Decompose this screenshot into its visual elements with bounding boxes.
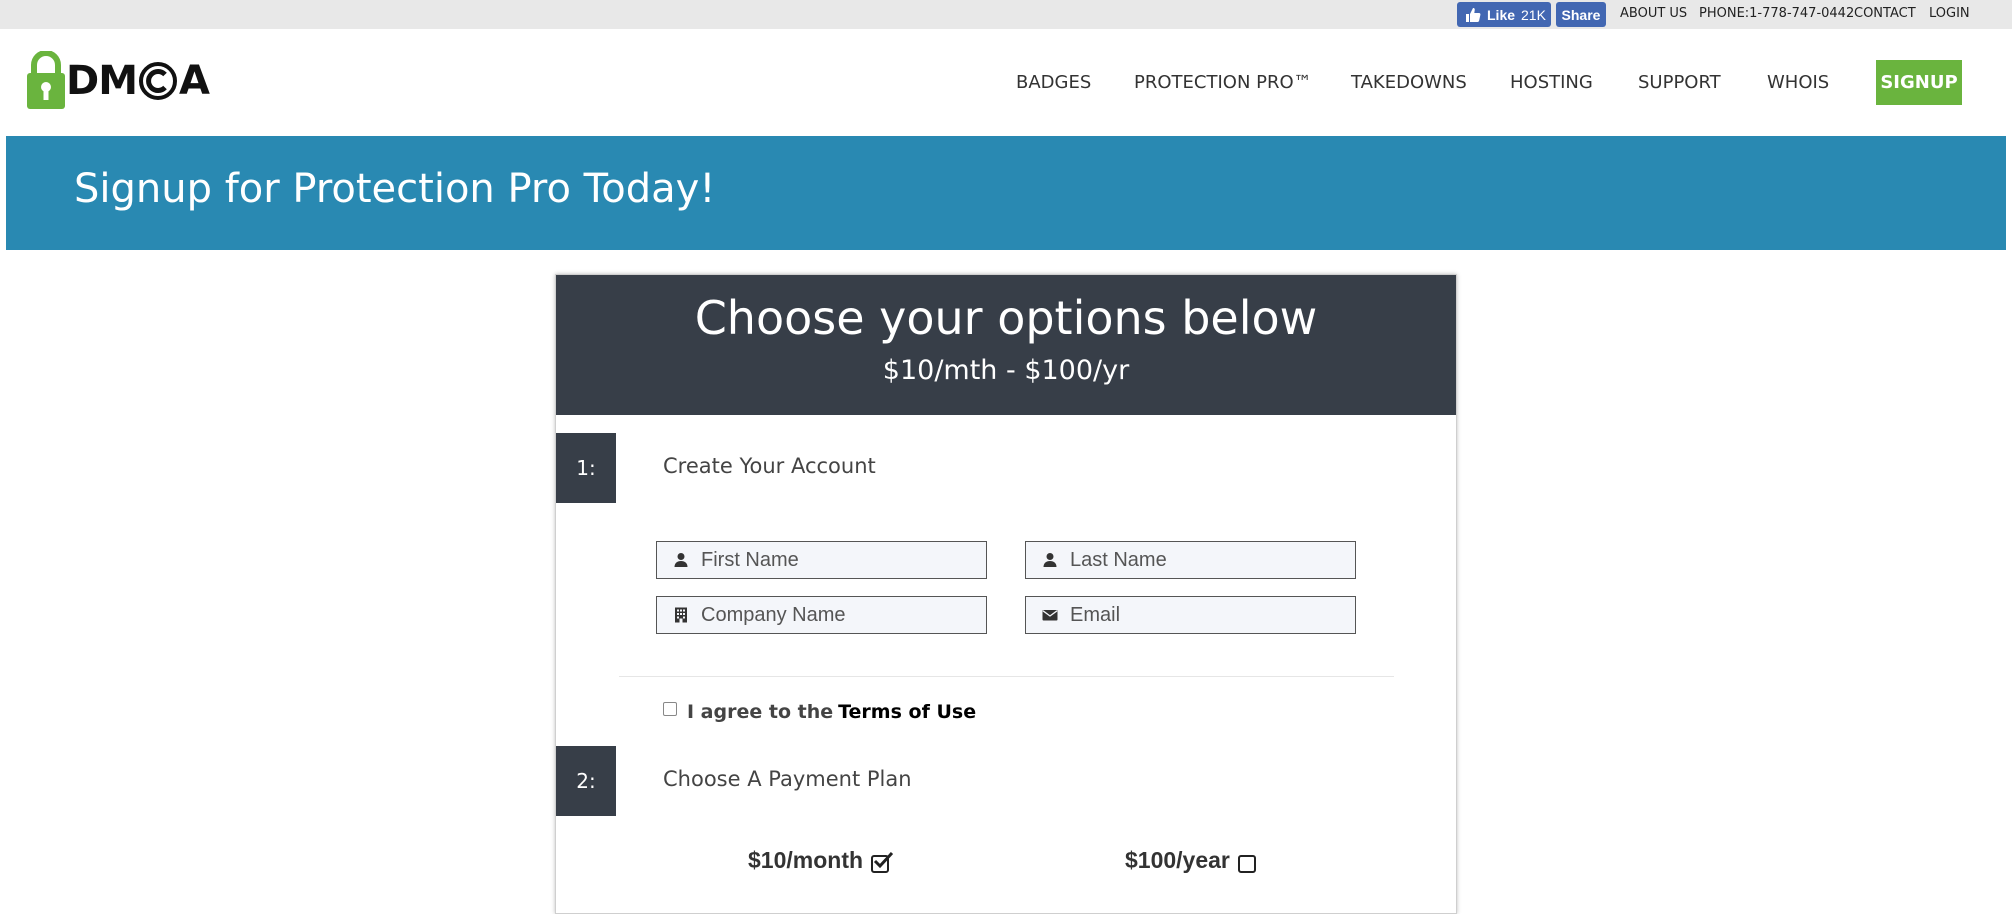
form-divider (619, 676, 1394, 677)
last-name-input[interactable] (1070, 548, 1350, 572)
plan-monthly[interactable]: $10/month (748, 847, 894, 874)
nav-protection-pro[interactable]: PROTECTION PRO™ (1134, 72, 1312, 93)
plan-monthly-checkbox[interactable] (871, 851, 894, 873)
nav-hosting[interactable]: HOSTING (1510, 72, 1593, 93)
dmca-logo[interactable]: DM A (26, 50, 210, 112)
terms-of-use-link[interactable]: Terms of Use (838, 701, 976, 723)
first-name-input[interactable] (701, 548, 981, 572)
login-link[interactable]: LOGIN (1929, 6, 1970, 21)
page-title: Signup for Protection Pro Today! (74, 166, 716, 212)
nav-badges[interactable]: BADGES (1016, 72, 1091, 93)
card-header: Choose your options below $10/mth - $100… (556, 275, 1456, 415)
user-icon (674, 553, 688, 567)
plan-yearly[interactable]: $100/year (1125, 847, 1256, 874)
user-icon (1043, 553, 1057, 567)
signup-button[interactable]: SIGNUP (1876, 60, 1962, 105)
step-2-badge: 2: (556, 746, 616, 816)
email-input[interactable] (1070, 603, 1350, 627)
copyright-c-icon (139, 62, 178, 100)
hero-banner: Signup for Protection Pro Today! (6, 136, 2006, 250)
terms-agreement: I agree to the Terms of Use (663, 701, 976, 723)
envelope-icon (1042, 610, 1058, 621)
terms-checkbox[interactable] (663, 702, 677, 716)
top-utility-bar: Like 21K Share ABOUT US PHONE:1-778-747-… (0, 0, 2012, 29)
step-2-label: Choose A Payment Plan (663, 767, 912, 791)
phone-link[interactable]: PHONE:1-778-747-0442 (1699, 6, 1854, 21)
logo-wordmark: DM A (66, 58, 210, 104)
facebook-like-button[interactable]: Like 21K (1457, 2, 1551, 27)
step-1-badge: 1: (556, 433, 616, 503)
like-label: Like (1487, 6, 1516, 23)
nav-support[interactable]: SUPPORT (1638, 72, 1721, 93)
email-field[interactable] (1025, 596, 1356, 634)
agree-text: I agree to the (687, 701, 834, 723)
card-price: $10/mth - $100/yr (882, 355, 1130, 386)
plan-monthly-price: $10 (748, 847, 787, 873)
nav-whois[interactable]: WHOIS (1767, 72, 1829, 93)
logo-text-a: A (179, 58, 210, 104)
logo-text-dm: DM (66, 58, 138, 104)
step-1-label: Create Your Account (663, 454, 876, 478)
card-title: Choose your options below (694, 291, 1318, 345)
thumbs-up-icon (1466, 7, 1481, 22)
plan-yearly-checkbox[interactable] (1237, 854, 1256, 873)
plan-yearly-price: $100 (1125, 847, 1177, 873)
signup-card: Choose your options below $10/mth - $100… (555, 274, 1457, 914)
first-name-field[interactable] (656, 541, 987, 579)
facebook-share-button[interactable]: Share (1556, 2, 1606, 27)
plan-yearly-period: /year (1176, 847, 1230, 873)
plan-monthly-period: /month (786, 847, 864, 873)
padlock-icon (27, 51, 65, 109)
like-count: 21K (1521, 6, 1546, 23)
last-name-field[interactable] (1025, 541, 1356, 579)
nav-takedowns[interactable]: TAKEDOWNS (1351, 72, 1467, 93)
company-name-input[interactable] (701, 603, 981, 627)
about-us-link[interactable]: ABOUT US (1620, 6, 1687, 21)
building-icon (675, 607, 687, 623)
company-name-field[interactable] (656, 596, 987, 634)
contact-link[interactable]: CONTACT (1854, 6, 1916, 21)
checkmark-icon (873, 851, 894, 868)
